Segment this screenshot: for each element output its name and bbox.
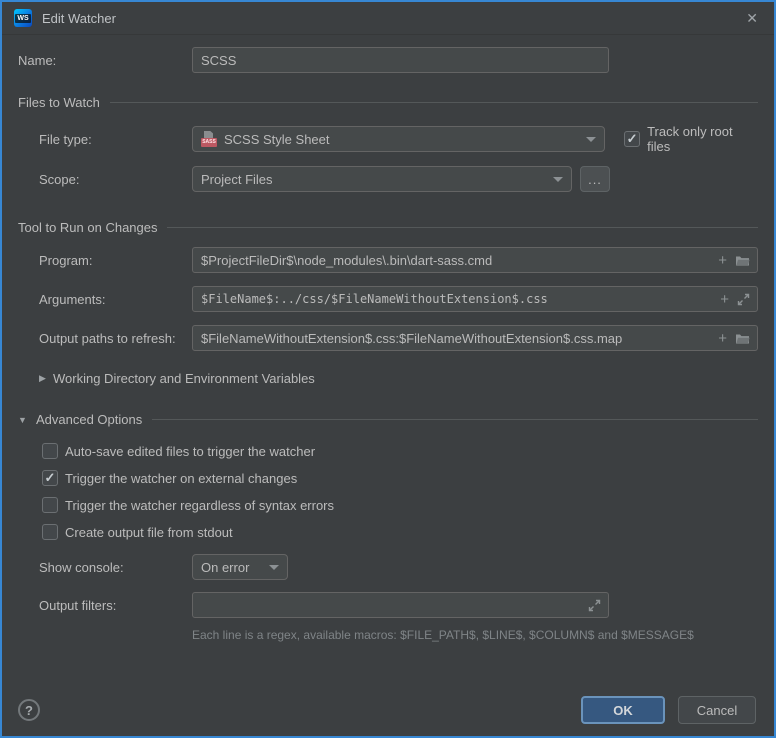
syntax-errors-checkbox[interactable]: ✓ [42,497,58,513]
arguments-input[interactable] [192,286,758,312]
webstorm-app-icon: WS [14,9,32,27]
ok-button[interactable]: OK [581,696,665,724]
chevron-down-icon [586,137,596,142]
dialog-title: Edit Watcher [42,11,116,26]
track-root-files-checkbox[interactable]: ✓ [624,131,640,147]
working-directory-toggle[interactable]: Working Directory and Environment Variab… [53,371,315,386]
section-divider [152,419,758,420]
stdout-checkbox[interactable]: ✓ [42,524,58,540]
external-changes-checkbox[interactable]: ✓ [42,470,58,486]
app-badge-text: WS [15,14,30,23]
track-root-files-label: Track only root files [647,124,758,154]
output-filters-input[interactable] [192,592,609,618]
name-input[interactable] [192,47,609,73]
chevron-down-icon [553,177,563,182]
file-type-value: SCSS Style Sheet [224,132,330,147]
dialog-footer: ? OK Cancel [2,684,774,736]
show-console-dropdown[interactable]: On error [192,554,288,580]
output-filters-hint: Each line is a regex, available macros: … [192,628,694,642]
show-console-label: Show console: [18,560,192,575]
syntax-errors-label: Trigger the watcher regardless of syntax… [65,498,334,513]
help-button[interactable]: ? [18,699,40,721]
show-console-value: On error [201,560,249,575]
stdout-label: Create output file from stdout [65,525,233,540]
expanded-arrow-icon[interactable]: ▼ [18,415,36,425]
scss-file-icon: SASS [201,131,217,147]
scope-dropdown[interactable]: Project Files [192,166,572,192]
insert-macro-icon[interactable]: + [718,331,727,346]
section-divider [110,102,758,103]
advanced-options-toggle[interactable]: Advanced Options [36,412,142,427]
output-paths-input[interactable] [192,325,758,351]
insert-macro-icon[interactable]: + [720,292,729,307]
auto-save-checkbox[interactable]: ✓ [42,443,58,459]
collapsed-arrow-icon: ▶ [39,373,53,384]
file-type-label: File type: [18,132,192,147]
browse-folder-icon[interactable] [735,254,750,267]
expand-field-icon[interactable] [737,293,750,306]
name-label: Name: [18,53,192,68]
insert-macro-icon[interactable]: + [718,253,727,268]
browse-folder-icon[interactable] [735,332,750,345]
output-paths-label: Output paths to refresh: [18,331,192,346]
section-divider [167,227,758,228]
program-input[interactable] [192,247,758,273]
edit-watcher-dialog: WS Edit Watcher ✕ Name: Files to Watch F… [0,0,776,738]
arguments-label: Arguments: [18,292,192,307]
output-filters-label: Output filters: [18,598,192,613]
check-icon: ✓ [45,471,56,484]
file-type-dropdown[interactable]: SASS SCSS Style Sheet [192,126,605,152]
title-bar: WS Edit Watcher ✕ [2,2,774,35]
expand-field-icon[interactable] [588,599,601,612]
check-icon: ✓ [627,132,638,145]
chevron-down-icon [269,565,279,570]
tool-section-title: Tool to Run on Changes [18,220,157,235]
external-changes-label: Trigger the watcher on external changes [65,471,297,486]
scope-label: Scope: [18,172,192,187]
files-to-watch-section-title: Files to Watch [18,95,100,110]
scope-value: Project Files [201,172,273,187]
scope-browse-button[interactable]: ... [580,166,610,192]
auto-save-label: Auto-save edited files to trigger the wa… [65,444,315,459]
program-label: Program: [18,253,192,268]
close-icon[interactable]: ✕ [742,9,762,27]
cancel-button[interactable]: Cancel [678,696,756,724]
